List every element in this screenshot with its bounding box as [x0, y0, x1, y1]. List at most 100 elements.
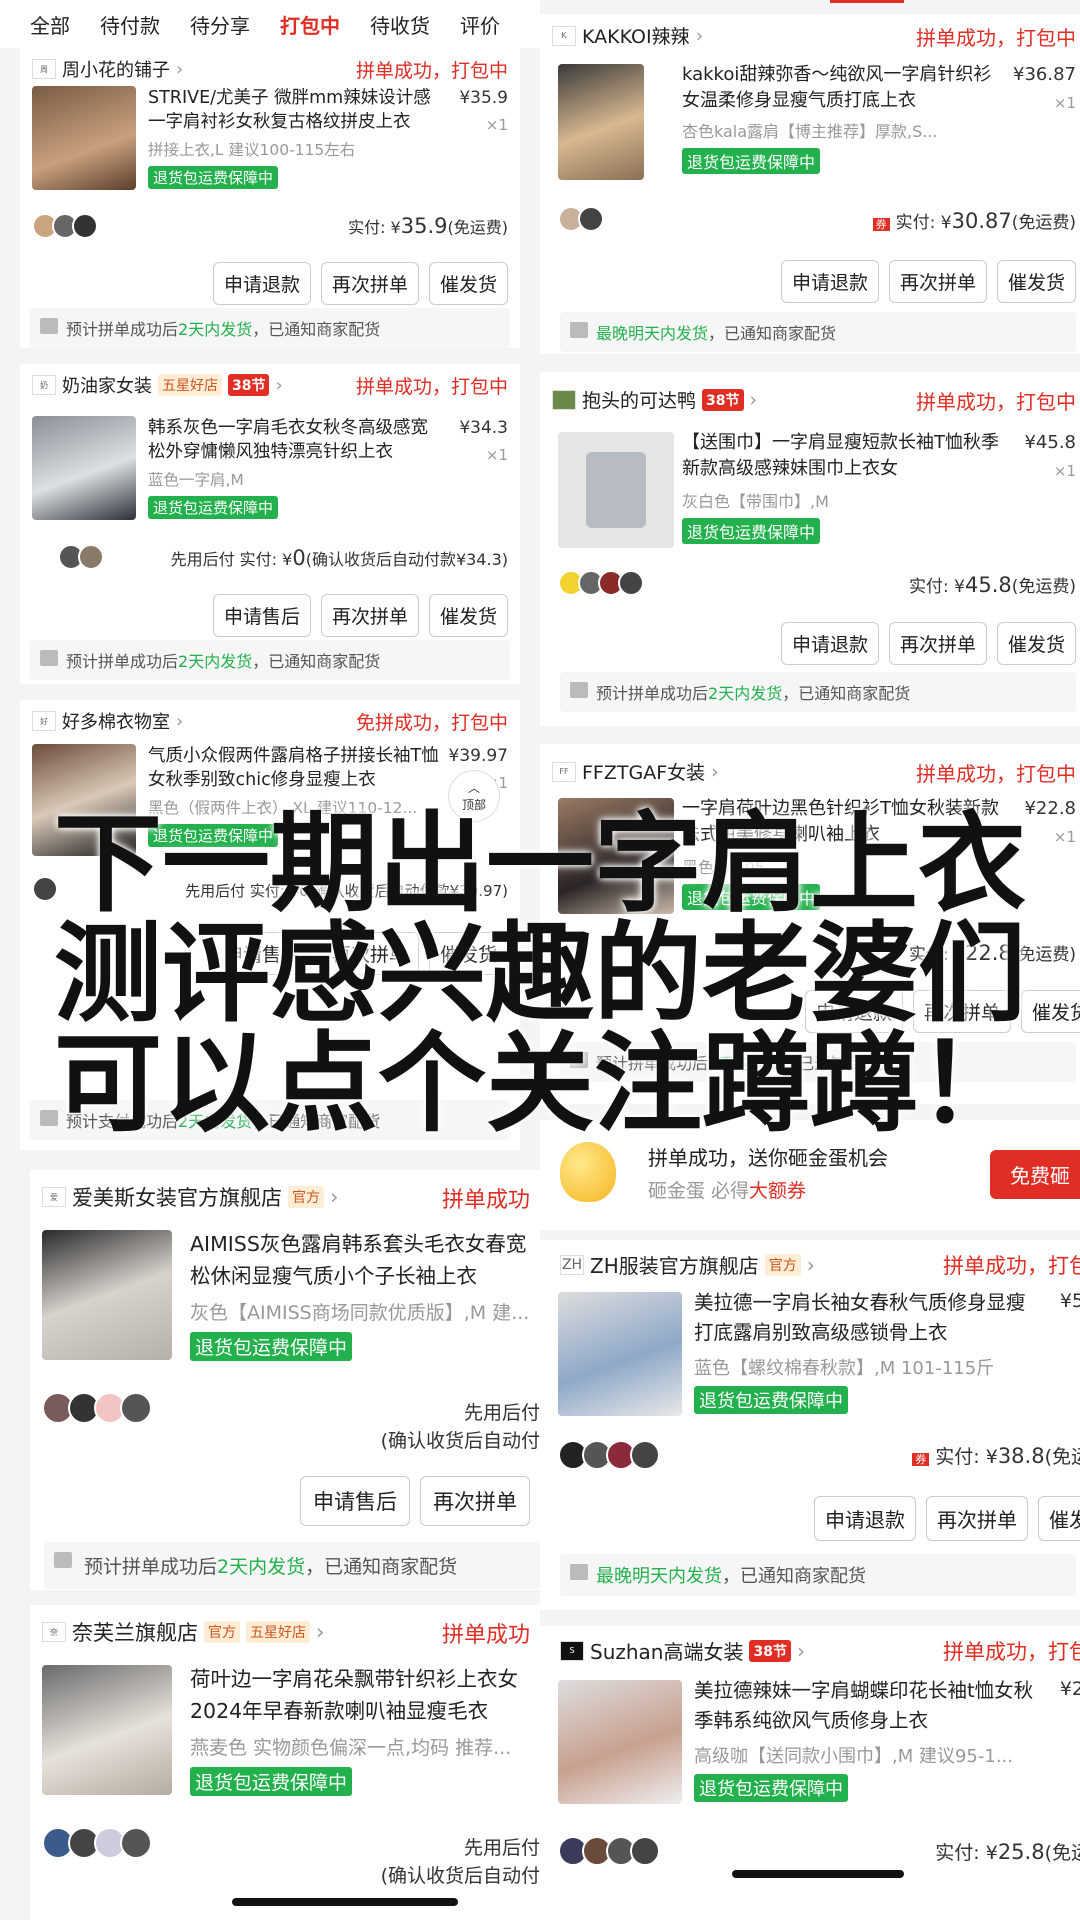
reorder-button[interactable]: 再次拼单 — [320, 594, 419, 637]
paid-amount: 券实付: ¥38.8(免运 — [912, 1442, 1080, 1469]
product-title[interactable]: 气质小众假两件露肩格子拼接长袖T恤女秋季别致chic修身显瘦上衣 — [148, 744, 440, 792]
chevron-right-icon: › — [176, 710, 184, 732]
product-thumbnail[interactable] — [42, 1665, 172, 1795]
order-card[interactable]: 周周小花的铺子 › 拼单成功，打包中 STRIVE/尤美子 微胖mm辣妹设计感一字… — [20, 48, 520, 348]
shop-header[interactable]: 好好多棉衣物室 › — [32, 708, 183, 734]
product-thumbnail[interactable] — [558, 1292, 682, 1416]
avatar — [120, 1392, 152, 1424]
product-price: ¥45.8 — [1024, 432, 1076, 453]
shipping-notice: 预计拼单成功后2天内发货，已通知商家配货 — [30, 308, 510, 348]
urge-shipping-button[interactable]: 催发货 — [1020, 990, 1080, 1033]
refund-button[interactable]: 申请退款 — [814, 1496, 916, 1541]
arrow-up-icon: ︿ — [467, 781, 480, 795]
order-card[interactable]: 奈奈芙兰旗舰店 官方 五星好店 › 拼单成功 荷叶边一字肩花朵飘带针织衫上衣女2024… — [30, 1605, 540, 1920]
shop-header[interactable]: S Suzhan高端女装 38节 › — [560, 1636, 805, 1665]
after-sales-button[interactable]: 申请售后 — [300, 1476, 410, 1526]
reorder-button[interactable]: 再次拼单 — [926, 1496, 1028, 1541]
shop-header[interactable]: 周周小花的铺子 › — [32, 56, 183, 82]
urge-shipping-button[interactable]: 催发货 — [428, 932, 508, 975]
order-status: 拼单成功，打包 — [943, 1640, 1080, 1664]
refund-button[interactable]: 申请退款 — [212, 262, 311, 305]
golden-egg-promo[interactable]: 拼单成功，送你砸金蛋机会 砸金蛋 必得大额券 免费砸 — [540, 1120, 1080, 1230]
urge-shipping-button[interactable]: 催发货 — [428, 594, 508, 637]
product-title[interactable]: STRIVE/尤美子 微胖mm辣妹设计感一字肩衬衫女秋复古格纹拼皮上衣 — [148, 86, 440, 134]
order-card[interactable]: FF FFZTGAF女装 › 拼单成功，打包中 一字肩荷叶边黑色针织衫T恤女秋装新款… — [540, 744, 1080, 1104]
reorder-button[interactable]: 再次拼单 — [912, 990, 1011, 1033]
coupon-icon: 券 — [872, 218, 890, 231]
shop-header[interactable]: 奈奈芙兰旗舰店 官方 五星好店 › — [42, 1617, 324, 1647]
refund-button[interactable]: 申请退款 — [804, 990, 903, 1033]
tab-to-receive[interactable]: 待收货 — [370, 10, 430, 39]
product-thumbnail[interactable] — [32, 86, 136, 190]
order-card[interactable]: ZH ZH服装官方旗舰店 官方 › 拼单成功，打包 美拉德一字肩长袖女春秋气质修身显瘦… — [540, 1240, 1080, 1610]
avatar — [578, 206, 604, 232]
shop-logo: 奈 — [42, 1622, 66, 1642]
product-thumbnail[interactable] — [558, 798, 674, 914]
shop-header[interactable]: 抱头的可达鸭 38节 › — [552, 386, 757, 413]
product-thumbnail[interactable] — [558, 432, 674, 548]
urge-shipping-button[interactable]: 催发货 — [1038, 1496, 1080, 1541]
reorder-button[interactable]: 再次拼单 — [320, 262, 419, 305]
five-star-shop-tag: 五星好店 — [246, 1621, 310, 1643]
tab-to-share[interactable]: 待分享 — [190, 10, 250, 39]
shop-header[interactable]: 爱爱美斯女装官方旗舰店 官方 › — [42, 1182, 338, 1212]
urge-shipping-button[interactable]: 催发货 — [996, 260, 1076, 303]
shop-name: 爱美斯女装官方旗舰店 — [72, 1186, 282, 1210]
order-card[interactable]: 爱爱美斯女装官方旗舰店 官方 › 拼单成功 AIMISS灰色露肩韩系套头毛衣女春宽松… — [30, 1170, 540, 1590]
product-thumbnail[interactable] — [32, 416, 136, 520]
product-title[interactable]: AIMISS灰色露肩韩系套头毛衣女春宽松休闲显瘦气质小个子长袖上衣 — [190, 1228, 540, 1292]
urge-shipping-button[interactable]: 催发货 — [996, 622, 1076, 665]
shop-header[interactable]: 奶奶油家女装 五星好店 38节 › — [32, 372, 283, 398]
return-shipping-badge: 退货包运费保障中 — [682, 518, 821, 544]
tab-review[interactable]: 评价 — [460, 10, 500, 39]
product-thumbnail[interactable] — [42, 1230, 172, 1360]
after-sales-button[interactable]: 申请售后 — [212, 932, 311, 975]
order-card[interactable]: K KAKKOI辣辣 › 拼单成功，打包中 kakkoi甜辣弥香～纯欲风一字肩针织衫… — [540, 14, 1080, 354]
paid-amount: 实付: ¥45.8(免运费) — [909, 573, 1076, 597]
action-buttons: 申请退款 再次拼单 催发货 — [804, 990, 1080, 1033]
reorder-button[interactable]: 再次拼单 — [320, 932, 419, 975]
product-title[interactable]: 美拉德辣妹一字肩蝴蝶印花长袖t恤女秋季韩系纯欲风气质修身上衣 — [694, 1676, 1044, 1736]
reorder-button[interactable]: 再次拼单 — [420, 1476, 530, 1526]
avatar — [78, 544, 104, 570]
product-price: ¥34.3 — [459, 418, 508, 438]
official-tag: 官方 — [204, 1621, 240, 1643]
reorder-button[interactable]: 再次拼单 — [888, 260, 987, 303]
chevron-right-icon: › — [711, 760, 719, 783]
product-title[interactable]: 美拉德一字肩长袖女春秋气质修身显瘦打底露肩别致高级感锁骨上衣 — [694, 1288, 1044, 1348]
festival-tag: 38节 — [749, 1639, 791, 1662]
product-thumbnail[interactable] — [32, 744, 136, 856]
shop-name: 周小花的铺子 — [62, 60, 170, 81]
order-card[interactable]: 抱头的可达鸭 38节 › 拼单成功，打包中 【送围巾】一字肩显瘦短款长袖T恤秋季新款… — [540, 372, 1080, 726]
after-sales-button[interactable]: 申请售后 — [212, 594, 311, 637]
tab-packing[interactable]: 打包中 — [280, 10, 340, 51]
product-title[interactable]: kakkoi甜辣弥香～纯欲风一字肩针织衫女温柔修身显瘦气质打底上衣 — [682, 62, 1008, 114]
product-title[interactable]: 韩系灰色一字肩毛衣女秋冬高级感宽松外穿慵懒风独特漂亮针织上衣 — [148, 416, 440, 464]
order-card[interactable]: 好好多棉衣物室 › 免拼成功，打包中 气质小众假两件露肩格子拼接长袖T恤女秋季别致… — [20, 700, 520, 1150]
product-title[interactable]: 荷叶边一字肩花朵飘带针织衫上衣女2024年早春新款喇叭袖显瘦毛衣 — [190, 1663, 540, 1727]
product-thumbnail[interactable] — [558, 64, 644, 180]
paid-amount: 先用后付 实付: ¥0(确认收货后自动付款¥34.3) — [170, 546, 508, 570]
product-thumbnail[interactable] — [558, 1680, 682, 1804]
urge-shipping-button[interactable]: 催发货 — [428, 262, 508, 305]
product-title[interactable]: 【送围巾】一字肩显瘦短款长袖T恤秋季新款高级感辣妹围巾上衣女 — [682, 430, 1008, 482]
promo-subtitle: 砸金蛋 必得大额券 — [648, 1180, 807, 1202]
shop-header[interactable]: FF FFZTGAF女装 › — [552, 758, 719, 785]
smash-egg-button[interactable]: 免费砸 — [990, 1150, 1080, 1199]
avatar — [32, 876, 58, 902]
refund-button[interactable]: 申请退款 — [780, 260, 879, 303]
left-order-list: 全部 待付款 待分享 打包中 待收货 评价 周周小花的铺子 › 拼单成功，打包中 … — [0, 0, 540, 1920]
tab-unpaid[interactable]: 待付款 — [100, 10, 160, 39]
order-tabs: 全部 待付款 待分享 打包中 待收货 评价 — [0, 0, 540, 51]
tab-all[interactable]: 全部 — [30, 10, 70, 39]
shop-header[interactable]: ZH ZH服装官方旗舰店 官方 › — [560, 1250, 815, 1279]
group-avatars — [558, 1440, 660, 1470]
order-card[interactable]: 奶奶油家女装 五星好店 38节 › 拼单成功，打包中 韩系灰色一字肩毛衣女秋冬高级感宽… — [20, 364, 520, 684]
shop-header[interactable]: K KAKKOI辣辣 › — [552, 22, 703, 49]
return-shipping-badge: 退货包运费保障中 — [682, 148, 821, 174]
reorder-button[interactable]: 再次拼单 — [888, 622, 987, 665]
group-avatars — [58, 544, 104, 570]
back-to-top-button[interactable]: ︿ 顶部 — [448, 770, 500, 822]
refund-button[interactable]: 申请退款 — [780, 622, 879, 665]
product-title[interactable]: 一字肩荷叶边黑色针织衫T恤女秋装新款法式甜美修身喇叭袖上衣 — [682, 796, 1008, 848]
